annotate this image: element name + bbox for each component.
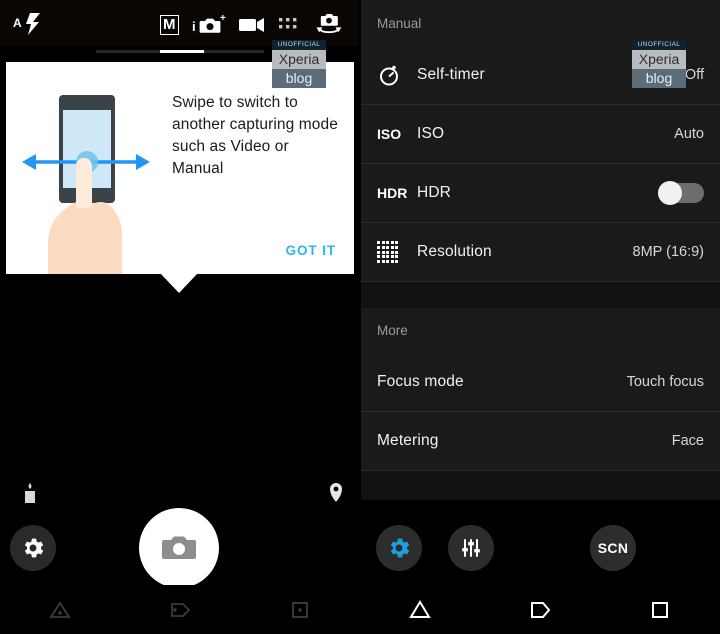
- internal-storage-icon: [22, 482, 38, 511]
- self-timer-icon: [377, 63, 417, 87]
- settings-label: Metering: [377, 432, 439, 449]
- watermark-left: UNOFFICIAL Xperia blog: [272, 40, 326, 89]
- settings-row-metering[interactable]: Metering Face: [360, 412, 720, 471]
- manual-adjust-button[interactable]: [448, 525, 494, 571]
- settings-value: Off: [684, 67, 704, 83]
- hdr-toggle[interactable]: [658, 181, 704, 205]
- recents-square-icon[interactable]: [625, 590, 695, 630]
- switch-camera-icon[interactable]: [312, 10, 346, 40]
- location-pin-icon: [328, 482, 344, 509]
- panel-divider: [359, 0, 361, 634]
- back-triangle-icon[interactable]: [25, 590, 95, 630]
- gear-icon: [390, 538, 410, 558]
- mode-manual-icon[interactable]: M: [160, 15, 179, 35]
- settings-label: ISO: [417, 125, 445, 142]
- tooltip-message: Swipe to switch to another capturing mod…: [172, 94, 338, 177]
- svg-text:+: +: [220, 13, 226, 24]
- swipe-hint-tooltip: Swipe to switch to another capturing mod…: [6, 62, 354, 274]
- watermark-line-unofficial: UNOFFICIAL: [632, 40, 686, 51]
- watermark-line-xperia: Xperia: [272, 50, 326, 70]
- android-navbar-right: [360, 585, 720, 634]
- scene-mode-button[interactable]: SCN: [590, 525, 636, 571]
- resolution-grid-icon: [377, 241, 417, 263]
- got-it-button[interactable]: GOT IT: [286, 243, 336, 258]
- back-triangle-icon[interactable]: [385, 590, 455, 630]
- intelligent-auto-camera-icon[interactable]: i +: [192, 12, 226, 38]
- settings-row-focus-mode[interactable]: Focus mode Touch focus: [360, 353, 720, 412]
- section-header-more: More: [360, 308, 720, 353]
- home-pentagon-icon[interactable]: [505, 590, 575, 630]
- auto-flash-icon[interactable]: A: [12, 10, 46, 38]
- capture-mode-selector[interactable]: M i +: [160, 11, 298, 39]
- settings-label: Resolution: [417, 243, 492, 260]
- watermark-line-xperia: Xperia: [632, 50, 686, 70]
- android-navbar-left: [0, 585, 360, 634]
- section-gap: [360, 282, 720, 308]
- dual-screenshot-composite: A M i + Swipe to switch to another captu…: [0, 0, 720, 634]
- settings-label: HDR: [417, 184, 452, 201]
- home-pentagon-icon[interactable]: [145, 590, 215, 630]
- hdr-icon: HDR: [377, 185, 408, 201]
- watermark-right: UNOFFICIAL Xperia blog: [632, 40, 686, 89]
- settings-value: Face: [671, 433, 704, 449]
- camera-settings-panel: Manual Self-timer Off ISO ISO Auto HDR H…: [360, 0, 720, 634]
- settings-label: Focus mode: [377, 373, 464, 390]
- video-camera-icon[interactable]: [238, 12, 265, 38]
- tooltip-pointer: [160, 273, 198, 293]
- settings-row-hdr[interactable]: HDR HDR: [360, 164, 720, 223]
- recents-square-icon[interactable]: [265, 590, 335, 630]
- settings-value: 8MP (16:9): [632, 244, 704, 260]
- watermark-line-unofficial: UNOFFICIAL: [272, 40, 326, 51]
- watermark-line-blog: blog: [632, 69, 686, 89]
- mode-scroll-thumb: [160, 50, 204, 53]
- sliders-icon: [462, 539, 480, 557]
- settings-row-iso[interactable]: ISO ISO Auto: [360, 105, 720, 164]
- svg-text:i: i: [192, 19, 196, 34]
- settings-value: Touch focus: [626, 374, 704, 390]
- settings-button-active[interactable]: [376, 525, 422, 571]
- shutter-button[interactable]: [139, 508, 219, 588]
- mode-scroll-indicator: [96, 50, 264, 53]
- iso-icon: ISO: [377, 126, 402, 142]
- scene-mode-label: SCN: [597, 540, 629, 556]
- section-gap-bottom: [360, 471, 720, 488]
- tooltip-text-area: Swipe to switch to another capturing mod…: [166, 62, 354, 274]
- settings-value: Auto: [674, 126, 704, 142]
- swipe-gesture-illustration: [6, 62, 166, 274]
- camera-viewfinder-panel: A M i + Swipe to switch to another captu…: [0, 0, 360, 634]
- camera-shutter-icon: [162, 536, 196, 559]
- svg-text:A: A: [13, 16, 22, 30]
- settings-row-resolution[interactable]: Resolution 8MP (16:9): [360, 223, 720, 282]
- watermark-line-blog: blog: [272, 69, 326, 89]
- settings-button[interactable]: [10, 525, 56, 571]
- toggle-knob: [658, 181, 682, 205]
- camera-apps-grid-icon[interactable]: [278, 12, 298, 38]
- gear-icon: [24, 538, 44, 558]
